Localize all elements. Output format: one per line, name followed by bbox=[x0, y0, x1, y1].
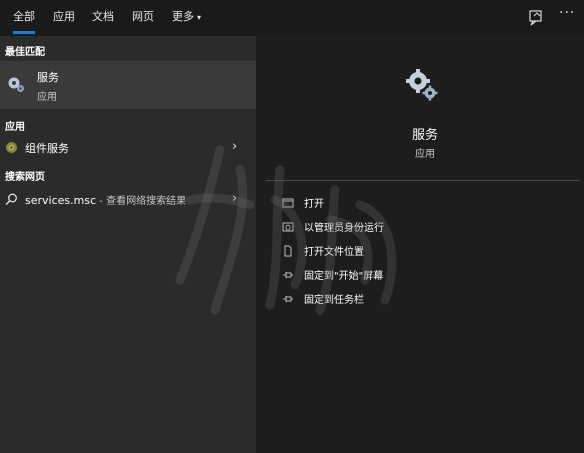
web-search-query: services.msc bbox=[25, 194, 97, 207]
chevron-down-icon: ▾ bbox=[197, 13, 202, 22]
tab-web[interactable]: 网页 bbox=[132, 9, 154, 25]
tab-more[interactable]: 更多 ▾ bbox=[172, 9, 201, 26]
search-filter-bar: 全部 应用 文档 网页 更多 ▾ ··· bbox=[0, 0, 584, 36]
results-pane: 最佳匹配 服务 应用 应用 组件服务 › 搜索网页 services.msc -… bbox=[0, 36, 256, 453]
preview-subtitle: 应用 bbox=[0, 145, 584, 160]
action-pin-to-taskbar[interactable]: 固定到任务栏 bbox=[282, 290, 572, 308]
search-icon bbox=[5, 193, 17, 206]
action-run-as-admin[interactable]: 以管理员身份运行 bbox=[282, 218, 572, 236]
shield-icon bbox=[282, 222, 294, 232]
action-label: 打开 bbox=[304, 199, 324, 210]
web-search-text: services.msc - 查看网络搜索结果 bbox=[25, 192, 186, 207]
more-options-button[interactable]: ··· bbox=[559, 5, 575, 21]
tab-more-label: 更多 bbox=[172, 10, 194, 23]
best-match-item[interactable]: 服务 应用 bbox=[0, 61, 256, 109]
preview-title-text: 服务 bbox=[411, 128, 438, 143]
action-open[interactable]: 打开 bbox=[282, 194, 572, 212]
chevron-right-icon[interactable]: › bbox=[232, 191, 237, 206]
action-label: 固定到"开始"屏幕 bbox=[304, 271, 384, 282]
divider bbox=[266, 180, 580, 181]
best-match-heading: 最佳匹配 bbox=[5, 47, 45, 58]
tab-apps[interactable]: 应用 bbox=[53, 9, 75, 25]
action-pin-to-start[interactable]: 固定到"开始"屏幕 bbox=[282, 266, 572, 284]
action-label: 固定到任务栏 bbox=[304, 295, 364, 306]
file-icon bbox=[284, 245, 292, 257]
web-search-suffix: - 查看网络搜索结果 bbox=[96, 196, 187, 207]
gears-icon bbox=[406, 69, 438, 101]
pin-icon bbox=[283, 272, 293, 278]
tab-all[interactable]: 全部 bbox=[13, 9, 35, 34]
web-search-heading: 搜索网页 bbox=[5, 172, 45, 183]
action-label: 以管理员身份运行 bbox=[304, 223, 384, 234]
feedback-icon[interactable] bbox=[525, 7, 547, 29]
pin-icon bbox=[283, 296, 293, 302]
open-icon bbox=[282, 198, 294, 208]
web-search-item[interactable]: services.msc - 查看网络搜索结果 › bbox=[0, 188, 256, 212]
preview-title: 服务 bbox=[0, 124, 584, 143]
gears-icon bbox=[8, 77, 24, 92]
action-label: 打开文件位置 bbox=[304, 247, 364, 258]
best-match-type: 应用 bbox=[37, 92, 57, 103]
action-open-file-location[interactable]: 打开文件位置 bbox=[282, 242, 572, 260]
preview-subtitle-text: 应用 bbox=[415, 149, 435, 160]
best-match-name: 服务 bbox=[37, 71, 59, 84]
tab-documents[interactable]: 文档 bbox=[92, 9, 114, 25]
